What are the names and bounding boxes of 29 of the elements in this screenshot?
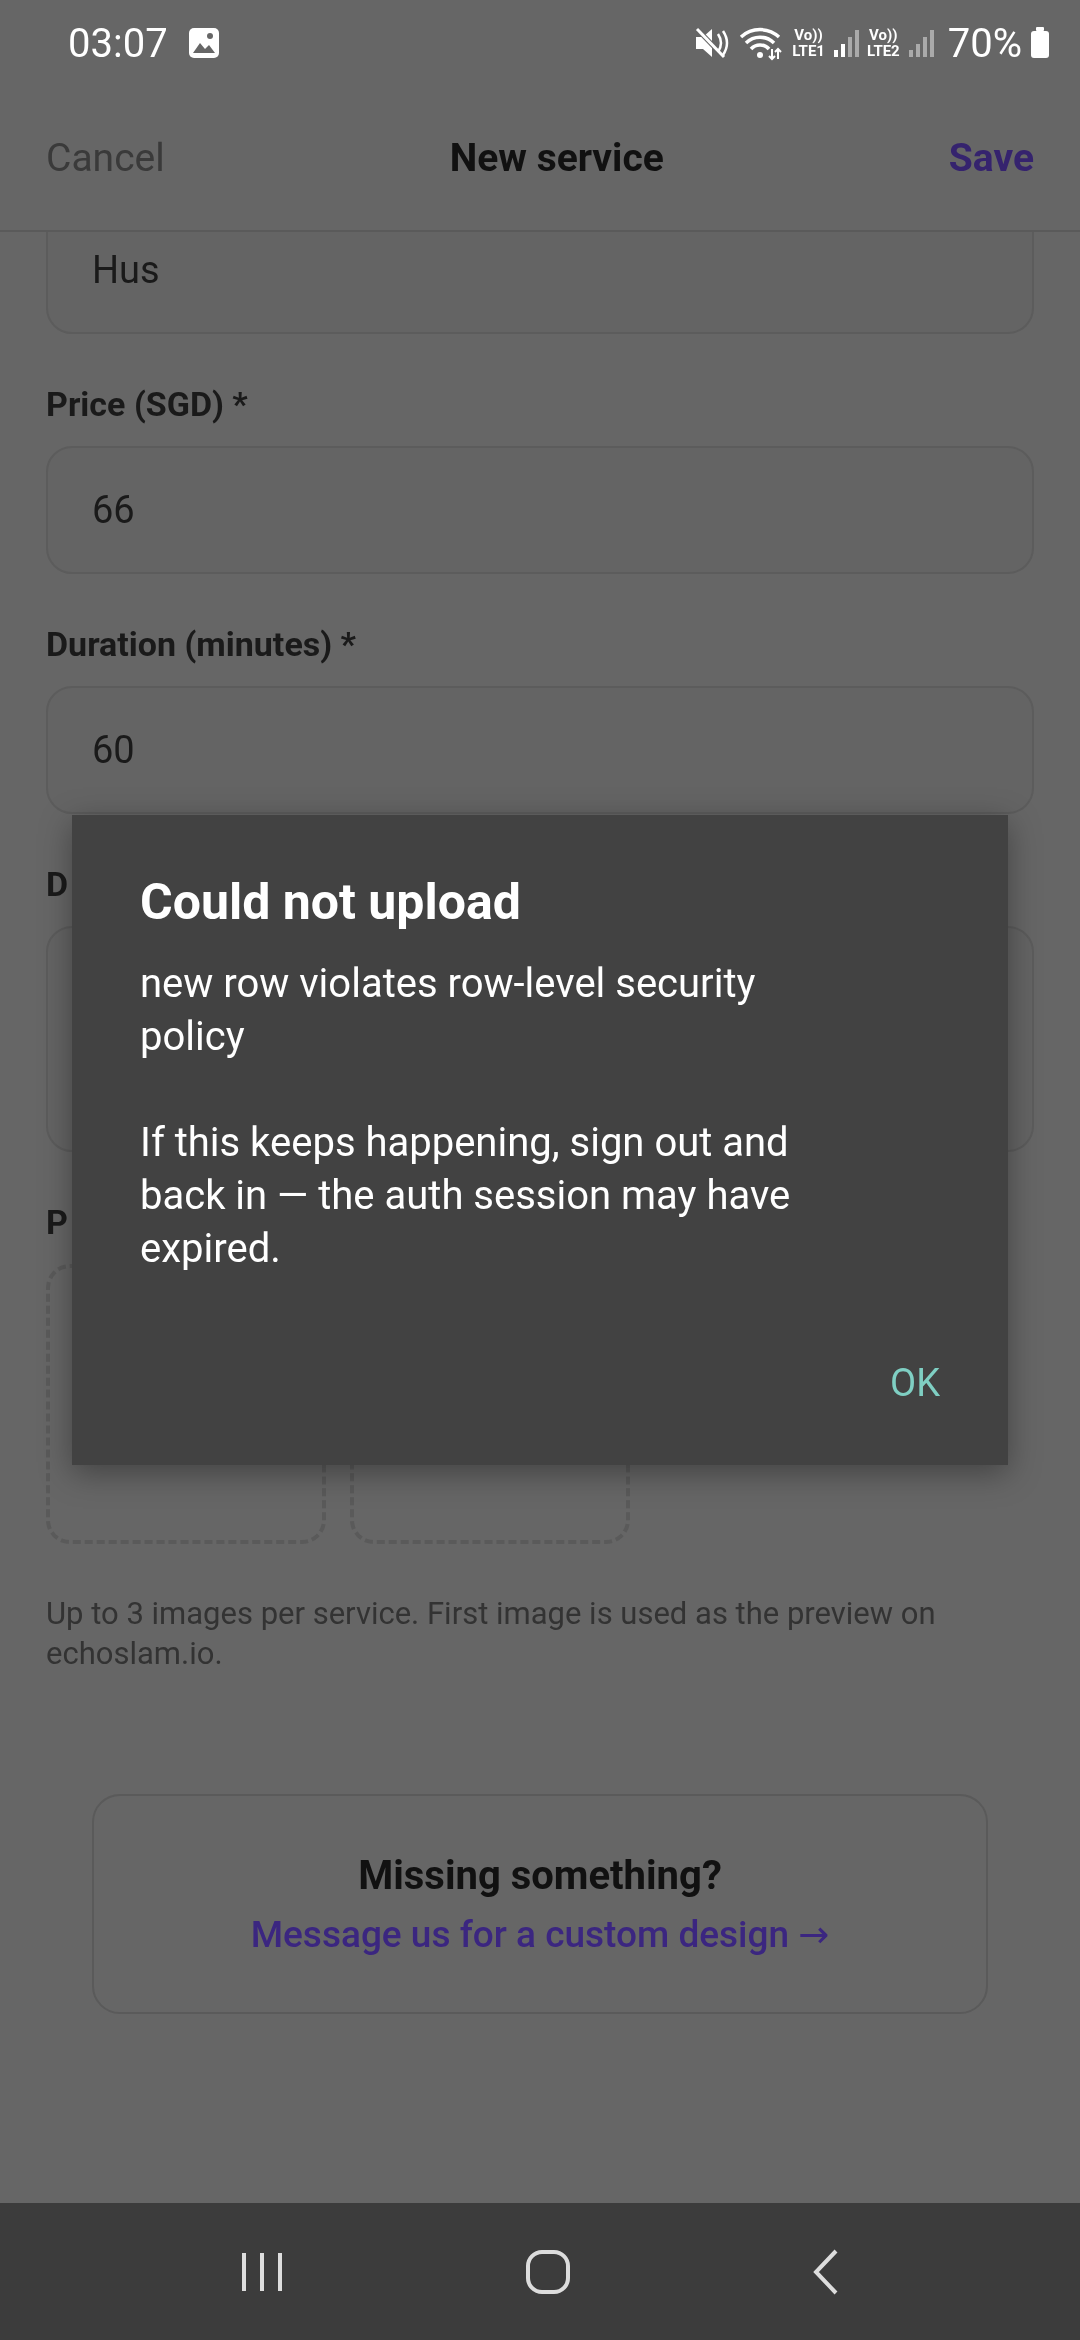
dialog-message: new row violates row-level security policy <box>140 959 757 1062</box>
field-label: P <box>46 1202 68 1242</box>
signal-icon <box>907 28 934 58</box>
sim-label: LTE2 <box>866 43 900 59</box>
screen-title: New service <box>449 135 664 181</box>
field-label: Price (SGD) * <box>46 384 248 424</box>
sim-label: LTE1 <box>792 43 825 59</box>
custom-design-link[interactable]: Message us for a custom design → <box>250 1913 830 1956</box>
ok-button[interactable]: OK <box>890 1353 940 1413</box>
signal-icon <box>832 28 859 58</box>
clock: 03:07 <box>68 19 168 67</box>
input-field[interactable]: 66 <box>46 446 1034 574</box>
recents-icon[interactable] <box>240 2250 285 2293</box>
save-button[interactable]: Save <box>948 135 1034 181</box>
battery-icon <box>1030 27 1050 59</box>
field-label: D <box>46 864 69 904</box>
volte-label: Vo)) <box>794 27 823 43</box>
back-icon[interactable] <box>811 2247 840 2296</box>
card-title: Missing something? <box>358 1852 722 1899</box>
battery-level: 70% <box>947 19 1022 67</box>
dialog-title: Could not upload <box>140 873 522 931</box>
mute-icon <box>694 26 731 60</box>
field-label: Duration (minutes) * <box>46 624 357 664</box>
home-icon[interactable] <box>525 2248 571 2295</box>
dialog-hint: If this keeps happening, sign out and back in — the auth session may have expired. <box>140 1118 792 1274</box>
input-field[interactable]: Hus <box>46 232 1034 334</box>
image-icon <box>187 27 220 59</box>
input-field[interactable]: 60 <box>46 686 1034 814</box>
volte-label: Vo)) <box>869 27 898 43</box>
